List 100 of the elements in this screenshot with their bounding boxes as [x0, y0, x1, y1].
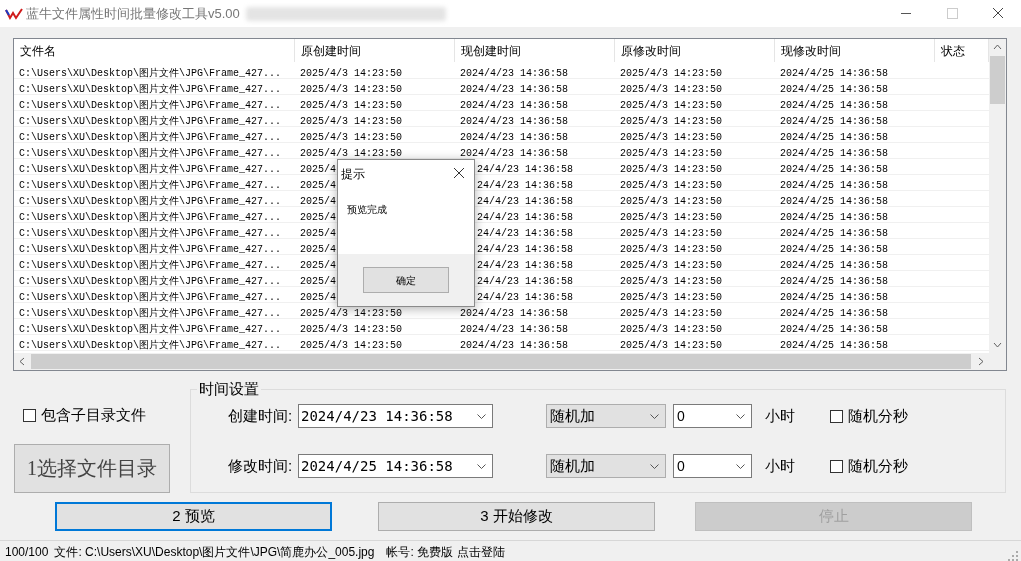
select-folder-button[interactable]: 1选择文件目录 [14, 443, 170, 493]
table-cell: C:\Users\XU\Desktop\图片文件\JPG\Frame_427... [19, 100, 282, 111]
table-cell: C:\Users\XU\Desktop\图片文件\JPG\Frame_427... [19, 244, 282, 255]
table-cell: 24/4/23 14:36:58 [477, 180, 573, 191]
dropdown-value: 随机加 [550, 455, 595, 476]
table-cell: 2025/4/3 14:23:50 [620, 84, 723, 95]
file-path-text: 文件: C:\Users\XU\Desktop\图片文件\JPG\简鹿办公_005.jpg [54, 544, 375, 561]
table-cell: 24/4/23 14:36:58 [477, 228, 573, 239]
table-cell: 24/4/23 14:36:58 [477, 276, 573, 287]
table-cell: 24/4/23 14:36:58 [477, 196, 573, 207]
mode-dropdown[interactable]: 随机加 [546, 404, 666, 428]
dropdown-value: 0 [677, 406, 685, 426]
caret-icon [736, 463, 745, 469]
table-cell: 24/4/23 14:36:58 [477, 260, 573, 271]
table-cell: 2024/4/25 14:36:58 [780, 68, 889, 79]
hours-dropdown[interactable]: 0 [673, 404, 752, 428]
table-cell: C:\Users\XU\Desktop\图片文件\JPG\Frame_427... [19, 180, 282, 191]
table-cell: 24/4/23 14:36:58 [477, 164, 573, 175]
table-cell: C:\Users\XU\Desktop\图片文件\JPG\Frame_427... [19, 84, 282, 95]
table-cell: 2024/4/25 14:36:58 [780, 276, 889, 287]
table-cell: 2024/4/25 14:36:58 [780, 100, 889, 111]
table-cell: 2024/4/23 14:36:58 [460, 116, 569, 127]
table-cell: 2024/4/23 14:36:58 [460, 308, 569, 319]
table-cell: 2024/4/25 14:36:58 [780, 244, 889, 255]
table-cell: 2024/4/25 14:36:58 [780, 180, 889, 191]
date-value: 2024/4/23 14:36:58 [301, 406, 453, 426]
login-link[interactable]: 点击登陆 [457, 543, 506, 561]
ok-button[interactable]: 确定 [363, 267, 449, 293]
table-cell: C:\Users\XU\Desktop\图片文件\JPG\Frame_427... [19, 132, 282, 143]
table-cell: C:\Users\XU\Desktop\图片文件\JPG\Frame_427... [19, 340, 282, 351]
table-cell: 2024/4/25 14:36:58 [780, 340, 889, 351]
table-cell: C:\Users\XU\Desktop\图片文件\JPG\Frame_427... [19, 292, 282, 303]
table-cell: 2025/4/3 14:23:50 [300, 68, 403, 79]
dialog-message: 预览完成 [347, 203, 387, 217]
checkbox[interactable] [830, 409, 843, 423]
date-field[interactable]: 2024/4/25 14:36:58 [298, 454, 493, 478]
table-cell: C:\Users\XU\Desktop\图片文件\JPG\Frame_427... [19, 276, 282, 287]
table-cell: 2025/4/3 14:23:50 [300, 84, 403, 95]
date-value: 2024/4/25 14:36:58 [301, 456, 453, 476]
table-cell: 2025/4/3 14:23:50 [300, 116, 403, 127]
table-cell: 2024/4/25 14:36:58 [780, 84, 889, 95]
table-cell: 2025/4/3 14:23:50 [620, 292, 723, 303]
table-cell: 2025/4/3 14:23:50 [620, 164, 723, 175]
table-cell: 2025/4/3 14:23:50 [620, 260, 723, 271]
checkbox[interactable] [23, 408, 36, 422]
table-cell: 2024/4/23 14:36:58 [460, 84, 569, 95]
table-cell: 2025/4/3 14:23:50 [300, 148, 403, 159]
table-cell: 24/4/23 14:36:58 [477, 292, 573, 303]
table-cell: 2024/4/25 14:36:58 [780, 212, 889, 223]
table-cell: C:\Users\XU\Desktop\图片文件\JPG\Frame_427... [19, 324, 282, 335]
caret-icon [477, 463, 486, 469]
scrollbar-thumb[interactable] [990, 56, 1005, 104]
caret-icon [736, 413, 745, 419]
table-cell: C:\Users\XU\Desktop\图片文件\JPG\Frame_427... [19, 196, 282, 207]
checkbox[interactable] [830, 459, 843, 473]
action-button[interactable]: 3 开始修改 [378, 502, 655, 531]
table-cell: 2024/4/25 14:36:58 [780, 260, 889, 271]
table-cell: 2024/4/25 14:36:58 [780, 132, 889, 143]
table-cell: 2024/4/25 14:36:58 [780, 324, 889, 335]
table-cell: 2025/4 [300, 244, 336, 255]
table-cell: 2024/4/23 14:36:58 [460, 324, 569, 335]
resize-grip-icon[interactable] [1008, 551, 1018, 561]
table-cell: 2025/4/3 14:23:50 [620, 100, 723, 111]
table-cell: C:\Users\XU\Desktop\图片文件\JPG\Frame_427... [19, 148, 282, 159]
table-cell: 2024/4/23 14:36:58 [460, 340, 569, 351]
table-cell: 2025/4/3 14:23:50 [620, 340, 723, 351]
checkbox-label: 包含子目录文件 [41, 405, 146, 425]
table-cell: 2025/4 [300, 228, 336, 239]
table-cell: 2024/4/25 14:36:58 [780, 116, 889, 127]
table-cell: C:\Users\XU\Desktop\图片文件\JPG\Frame_427... [19, 116, 282, 127]
date-field[interactable]: 2024/4/23 14:36:58 [298, 404, 493, 428]
caret-icon [650, 413, 659, 419]
account-text: 帐号: 免费版 [386, 544, 454, 561]
checkbox-label: 随机分秒 [848, 455, 908, 476]
field-label: 修改时间: [228, 455, 294, 476]
table-cell: C:\Users\XU\Desktop\图片文件\JPG\Frame_427... [19, 68, 282, 79]
table-cell: C:\Users\XU\Desktop\图片文件\JPG\Frame_427... [19, 308, 282, 319]
table-cell: C:\Users\XU\Desktop\图片文件\JPG\Frame_427... [19, 228, 282, 239]
checkbox-label: 随机分秒 [848, 405, 908, 426]
caret-icon [477, 413, 486, 419]
table-cell: 2025/4 [300, 180, 336, 191]
table-cell: 2025/4/3 14:23:50 [620, 212, 723, 223]
table-cell: 2025/4/3 14:23:50 [620, 132, 723, 143]
table-cell: 2025/4/3 14:23:50 [620, 180, 723, 191]
table-cell: 2025/4/3 14:23:50 [300, 324, 403, 335]
progress-text: 100/100 [5, 544, 49, 561]
table-cell: 2025/4/3 14:23:50 [300, 308, 403, 319]
table-cell: 2025/4 [300, 164, 336, 175]
vertical-scrollbar[interactable] [989, 39, 1006, 370]
table-cell: 2025/4 [300, 260, 336, 271]
mode-dropdown[interactable]: 随机加 [546, 454, 666, 478]
app-logo-icon [5, 6, 23, 21]
table-cell: 2025/4/3 14:23:50 [300, 100, 403, 111]
table-cell: 2025/4/3 14:23:50 [620, 196, 723, 207]
action-button[interactable]: 2 预览 [55, 502, 332, 531]
table-cell: 2025/4/3 14:23:50 [620, 244, 723, 255]
table-cell: 2025/4/3 14:23:50 [620, 308, 723, 319]
dropdown-value: 0 [677, 456, 685, 476]
hours-dropdown[interactable]: 0 [673, 454, 752, 478]
table-cell: 2025/4/3 14:23:50 [620, 228, 723, 239]
